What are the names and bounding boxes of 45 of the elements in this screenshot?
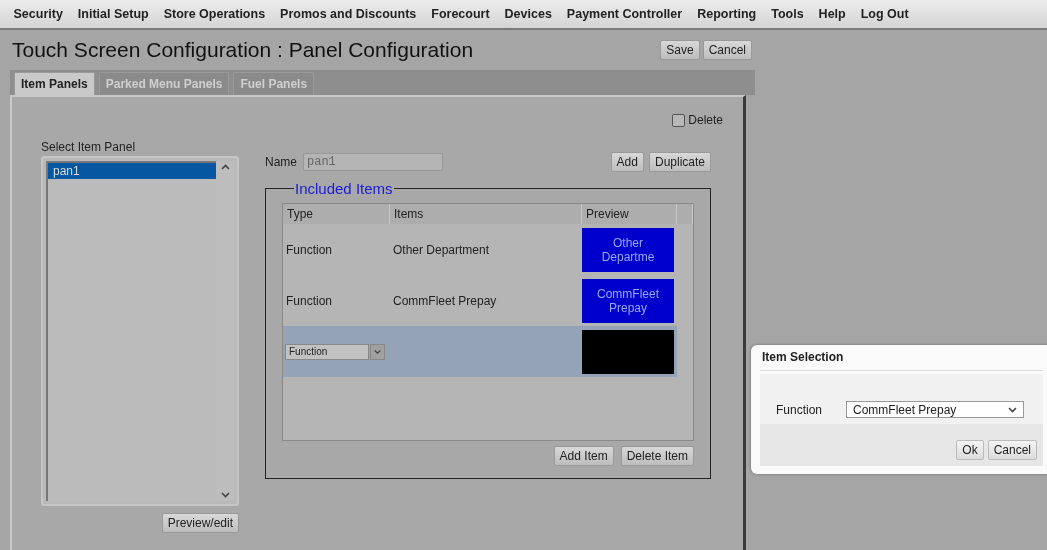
- column-header: Preview: [582, 204, 677, 224]
- menu-item[interactable]: Log Out: [853, 7, 917, 21]
- delete-label: Delete: [688, 113, 723, 127]
- menu-item[interactable]: Forecourt: [423, 7, 498, 21]
- column-header: Type: [283, 204, 390, 224]
- page-title: Touch Screen Configuration : Panel Configuration: [12, 38, 474, 62]
- dialog-title: Item Selection: [760, 350, 1043, 371]
- cancel-button[interactable]: Cancel: [987, 440, 1037, 460]
- menu-item[interactable]: Security: [6, 7, 71, 21]
- menu-item[interactable]: Reporting: [689, 7, 764, 21]
- add-button[interactable]: Add: [610, 152, 644, 172]
- function-label: Function: [776, 402, 824, 417]
- menu-item[interactable]: Devices: [497, 7, 560, 21]
- name-label: Name: [265, 155, 297, 169]
- dropdown-value: CommFleet Prepay: [853, 402, 957, 417]
- selection-dropdown[interactable]: CommFleet Prepay: [846, 401, 1024, 418]
- tab[interactable]: Item Panels: [14, 72, 95, 95]
- menu-item[interactable]: Help: [811, 7, 854, 21]
- menu-item[interactable]: Tools: [763, 7, 812, 21]
- scroll-down-icon: [220, 492, 230, 498]
- table-cell-text: CommFleet Prepay: [392, 293, 498, 308]
- ok-button[interactable]: Ok: [956, 440, 984, 460]
- cancel-button[interactable]: Cancel: [702, 40, 752, 60]
- fieldset-legend: Included Items: [294, 180, 394, 197]
- selected-row[interactable]: Function: [283, 326, 677, 377]
- table-cell-text: Function: [285, 293, 334, 308]
- menu-item[interactable]: Promos and Discounts: [272, 7, 424, 21]
- delete-checkbox[interactable]: [672, 113, 686, 127]
- menu-item[interactable]: Initial Setup: [70, 7, 157, 21]
- duplicate-button[interactable]: Duplicate: [648, 152, 711, 172]
- preview-tile: CommFleet Prepay: [582, 278, 674, 323]
- table-cell-text: Other Department: [392, 242, 491, 257]
- delete-item-button[interactable]: Delete Item: [620, 446, 694, 466]
- save-button[interactable]: Save: [660, 40, 700, 60]
- table-cell-text: Function: [285, 242, 334, 257]
- list-label: Select Item Panel: [41, 140, 137, 154]
- menu-item[interactable]: Store Operations: [156, 7, 273, 21]
- scroll-up-icon: [220, 164, 230, 170]
- menu-item[interactable]: Payment Controller: [559, 7, 690, 21]
- preview-edit-button[interactable]: Preview/edit: [161, 513, 239, 533]
- preview-tile: Other Departme: [582, 227, 674, 272]
- add-item-button[interactable]: Add Item: [553, 446, 614, 466]
- panel-listbox[interactable]: pan1: [41, 156, 239, 506]
- list-item[interactable]: pan1: [48, 163, 216, 179]
- column-header: Items: [390, 204, 582, 224]
